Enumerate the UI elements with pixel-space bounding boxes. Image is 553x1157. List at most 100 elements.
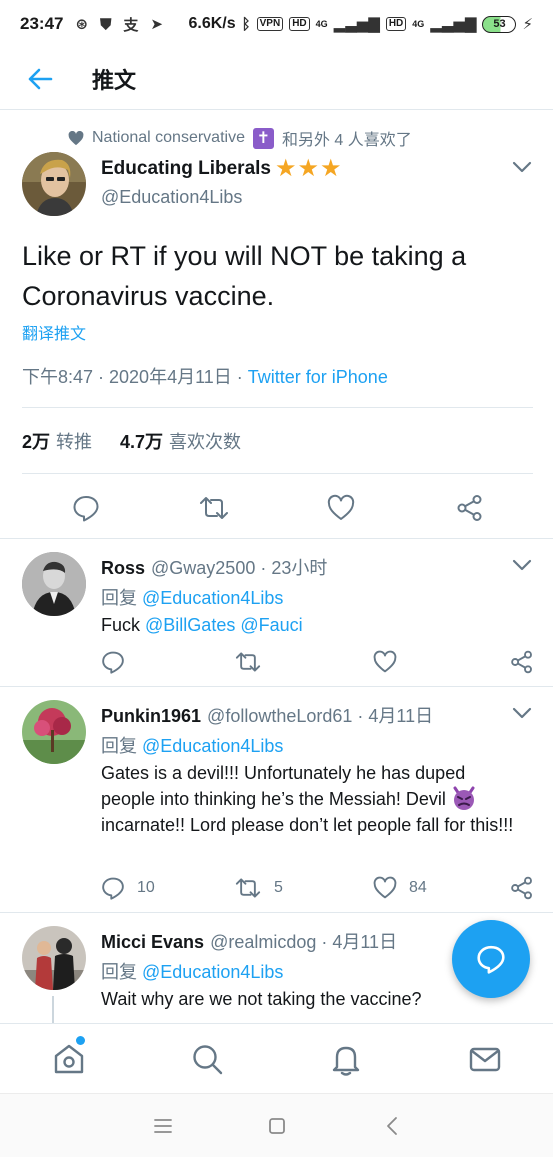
avatar[interactable] (22, 926, 86, 990)
like-count: 4.7万 (120, 432, 164, 452)
like-stat-label: 喜欢次数 (169, 432, 242, 452)
like-icon[interactable] (373, 650, 397, 674)
replying-to: 回复 @Education4Libs (101, 732, 283, 758)
replying-to-handle[interactable]: @Education4Libs (142, 962, 283, 982)
cross-icon: ✝ (252, 127, 274, 149)
system-nav-bar (0, 1093, 553, 1157)
vpn-badge: VPN (256, 17, 284, 31)
reply-header: Ross @Gway2500 · 23小时 (101, 554, 327, 580)
reply-icon (102, 877, 124, 900)
back-button[interactable] (0, 48, 80, 110)
reply-icon[interactable] (101, 650, 125, 674)
social-context-suffix: 和另外 4 人喜欢了 (281, 132, 412, 149)
retweet-count: 5 (274, 879, 283, 896)
home-icon[interactable] (52, 1042, 86, 1076)
divider (22, 473, 533, 474)
alipay-icon: 支 (123, 16, 139, 34)
signal-icon: ▂▃▅▇ (333, 16, 380, 33)
replying-to: 回复 @Education4Libs (101, 584, 283, 610)
reply-time: · 23小时 (255, 558, 328, 578)
network-type-2: 4G (412, 18, 425, 29)
avatar[interactable] (22, 700, 86, 764)
reply-text-part1: Gates is a devil!!! Unfortunately he has… (101, 763, 466, 809)
reply-author-name[interactable]: Punkin1961 (101, 706, 201, 726)
search-icon[interactable] (190, 1042, 224, 1076)
reply-item[interactable]: Ross @Gway2500 · 23小时 回复 @Education4Libs … (0, 540, 553, 686)
author-name[interactable]: Educating Liberals (101, 158, 271, 180)
reply-author-handle[interactable]: @Gway2500 (151, 558, 255, 578)
home-square-icon[interactable] (265, 1114, 289, 1138)
reply-author-name[interactable]: Micci Evans (101, 932, 204, 952)
reply-time: · 4月11日 (316, 932, 398, 952)
replying-to-prefix: 回复 (101, 736, 137, 756)
retweet-stat[interactable]: 2万 转推 (22, 428, 92, 454)
chevron-down-icon[interactable] (511, 160, 533, 174)
share-icon[interactable] (510, 650, 534, 674)
tweet-text: Like or RT if you will NOT be taking a C… (22, 241, 467, 311)
retweet-icon (235, 878, 261, 898)
angry-devil-emoji-icon (453, 786, 475, 810)
notifications-icon[interactable] (329, 1042, 363, 1076)
reply-icon (477, 945, 505, 974)
reply-text: Fuck @BillGates @Fauci (101, 612, 521, 638)
retweet-action[interactable]: 5 (234, 876, 283, 900)
messages-icon[interactable] (468, 1042, 502, 1076)
tweet-timestamp: 下午8:47 · 2020年4月11日 · (22, 367, 248, 387)
chevron-down-icon[interactable] (511, 706, 533, 720)
bottom-nav (0, 1023, 553, 1093)
share-icon[interactable] (510, 876, 534, 900)
retweet-count: 2万 (22, 432, 51, 452)
avatar[interactable] (22, 152, 86, 216)
mention-link[interactable]: @BillGates (145, 615, 235, 635)
divider (0, 538, 553, 539)
bluetooth-icon: ᛒ (241, 15, 251, 33)
divider (0, 686, 553, 687)
shield-icon: ⛊ (100, 15, 112, 33)
tweet-source[interactable]: Twitter for iPhone (248, 367, 388, 387)
reply-author-handle[interactable]: @realmicdog (210, 932, 316, 952)
reply-icon[interactable] (72, 494, 100, 522)
reply-author-handle[interactable]: @followtheLord61 (207, 706, 352, 726)
mention-link[interactable]: @Fauci (240, 615, 302, 635)
share-icon[interactable] (456, 494, 484, 522)
compose-reply-button[interactable] (452, 920, 530, 998)
reply-text: Gates is a devil!!! Unfortunately he has… (101, 760, 521, 838)
page-title: 推文 (92, 67, 137, 93)
hd-badge-2: HD (385, 17, 407, 31)
signal-icon-2: ▂▃▅▇ (430, 16, 477, 33)
retweet-icon[interactable] (234, 650, 262, 674)
social-context: National conservative ✝ 和另外 4 人喜欢了 (68, 126, 412, 150)
menu-icon[interactable] (151, 1114, 175, 1138)
replying-to-prefix: 回复 (101, 588, 137, 608)
tweet-stats: 2万 转推 4.7万 喜欢次数 (22, 428, 241, 454)
reply-item[interactable]: Punkin1961 @followtheLord61 · 4月11日 回复 @E… (0, 688, 553, 912)
status-bar: 23:47 ⊛ ⛊ 支 ➤ 6.6K/s ᛒ VPN HD 4G ▂▃▅▇ HD… (0, 0, 553, 48)
replying-to: 回复 @Education4Libs (101, 958, 283, 984)
app-bar: 推文 (0, 48, 553, 110)
replying-to-handle[interactable]: @Education4Libs (142, 588, 283, 608)
reply-author-name[interactable]: Ross (101, 558, 145, 578)
replying-to-handle[interactable]: @Education4Libs (142, 736, 283, 756)
like-icon (373, 876, 397, 899)
reply-text-part2: incarnate!! Lord please don’t let people… (101, 815, 514, 835)
thread-line (52, 996, 54, 1023)
tweet-author[interactable]: Educating Liberals ★★★ @Education4Libs (101, 157, 343, 208)
back-chevron-icon[interactable] (381, 1114, 405, 1138)
back-arrow-icon (28, 68, 53, 89)
avatar[interactable] (22, 552, 86, 616)
social-context-name[interactable]: National conservative (92, 129, 245, 147)
stars-emoji: ★★★ (274, 155, 343, 182)
retweet-icon[interactable] (198, 494, 230, 522)
divider (0, 912, 553, 913)
chevron-down-icon[interactable] (511, 558, 533, 572)
reply-action[interactable]: 10 (101, 876, 155, 900)
weibo-icon: ⊛ (75, 16, 89, 33)
author-handle[interactable]: @Education4Libs (101, 187, 343, 208)
like-icon[interactable] (327, 494, 355, 522)
like-stat[interactable]: 4.7万 喜欢次数 (120, 428, 241, 454)
hd-badge: HD (289, 17, 310, 31)
status-time: 23:47 (20, 14, 64, 33)
divider (22, 407, 533, 408)
like-action[interactable]: 84 (373, 876, 427, 900)
translate-link[interactable]: 翻译推文 (22, 320, 86, 344)
